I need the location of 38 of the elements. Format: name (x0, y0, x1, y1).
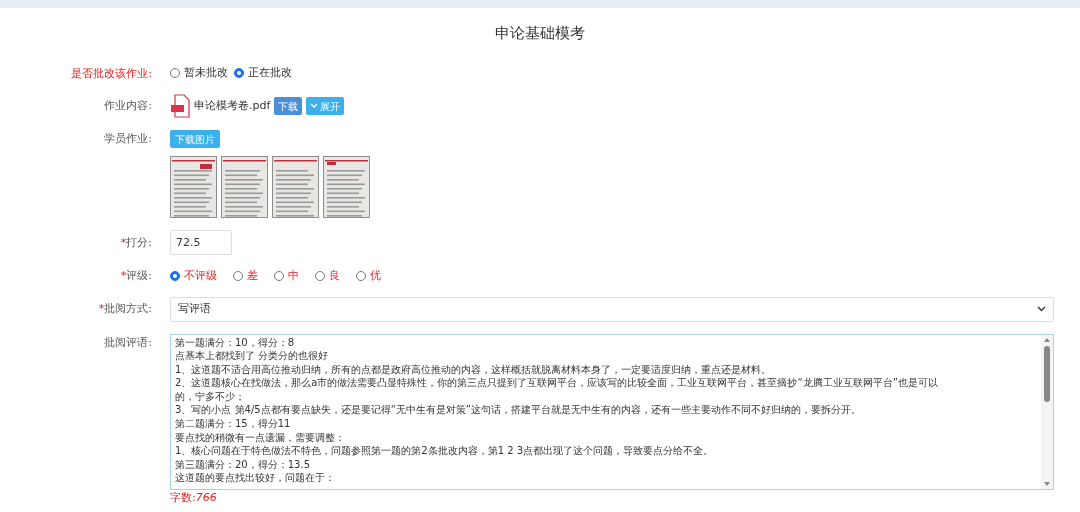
comment-line: 的，宁多不少； (175, 389, 246, 404)
comment-line: 要点找的稍微有一点遗漏，需要调整： (175, 430, 346, 445)
file-name[interactable]: 申论模考卷.pdf (194, 97, 271, 115)
chevron-down-icon (1037, 306, 1046, 312)
radio-option[interactable]: 正在批改 (234, 65, 292, 82)
review-method-select[interactable]: 写评语 (170, 296, 1054, 322)
download-button[interactable]: 下载 (274, 97, 303, 115)
field-label: *评级: (120, 268, 152, 284)
field-label: *打分: (120, 234, 152, 251)
comment-line: 2、这道题核心在找做法，那么a市的做法需要凸显特殊性，你的第三点只提到了互联网平台，应该写的比较全面，工业互联网平台，甚至摘抄“龙腾工业互联网平台”也是可以 (175, 376, 939, 390)
chevron-down-icon (310, 103, 319, 109)
radio-option[interactable]: 良 (315, 267, 340, 284)
field-label: *批阅方式: (98, 301, 152, 318)
field-label: 是否批改该作业: (71, 65, 152, 82)
radio-option[interactable]: 差 (233, 267, 258, 284)
radio-option[interactable]: 暂未批改 (170, 65, 228, 82)
page-title: 申论基础模考 (494, 23, 586, 44)
scrollbar[interactable] (1041, 334, 1053, 489)
field-label: 学员作业: (104, 131, 152, 147)
comment-line: 第三题满分：20，得分：13.5 (175, 457, 311, 472)
comment-line: 第一题满分：10，得分：8 (175, 335, 296, 350)
word-count: 字数:766 (170, 489, 218, 506)
field-label: 作业内容: (104, 98, 152, 115)
scroll-up-icon[interactable] (1044, 337, 1050, 342)
scroll-down-icon[interactable] (1044, 481, 1050, 486)
radio-option[interactable]: 优 (356, 267, 381, 284)
radio-option[interactable]: 中 (274, 267, 299, 284)
comment-textarea[interactable] (170, 333, 1054, 490)
field-label: 批阅评语: (104, 334, 152, 351)
comment-line: 这道题的要点找出较好，问题在于： (175, 471, 336, 486)
comment-line: 第二题满分：15，得分11 (175, 417, 292, 431)
radio-option[interactable]: 不评级 (170, 267, 217, 284)
pdf-file-icon (170, 94, 190, 118)
score-input[interactable]: 72.5 (170, 230, 232, 255)
comment-line: 点基本上都找到了 分类分的也很好 (175, 349, 330, 363)
comment-line: 1、核心问题在于特色做法不特色，问题参照第一题的第2条批改内容，第1 2 3点都出现了这个问题，导致要点分给不全。 (175, 444, 715, 458)
comment-line: 1、这道题不适合用高位推动归纳，所有的点都是政府高位推动的内容，这样概括就脱离材料本身了，一定要适度归纳，重点还是材料。 (175, 362, 773, 377)
comment-line: 3、写的小点 第4/5点都有要点缺失，还是要记得“无中生有是对策”这句话，搭建平台就是无中生有的内容，还有一些主要动作不同不好归纳的，要拆分开。 (175, 403, 862, 418)
